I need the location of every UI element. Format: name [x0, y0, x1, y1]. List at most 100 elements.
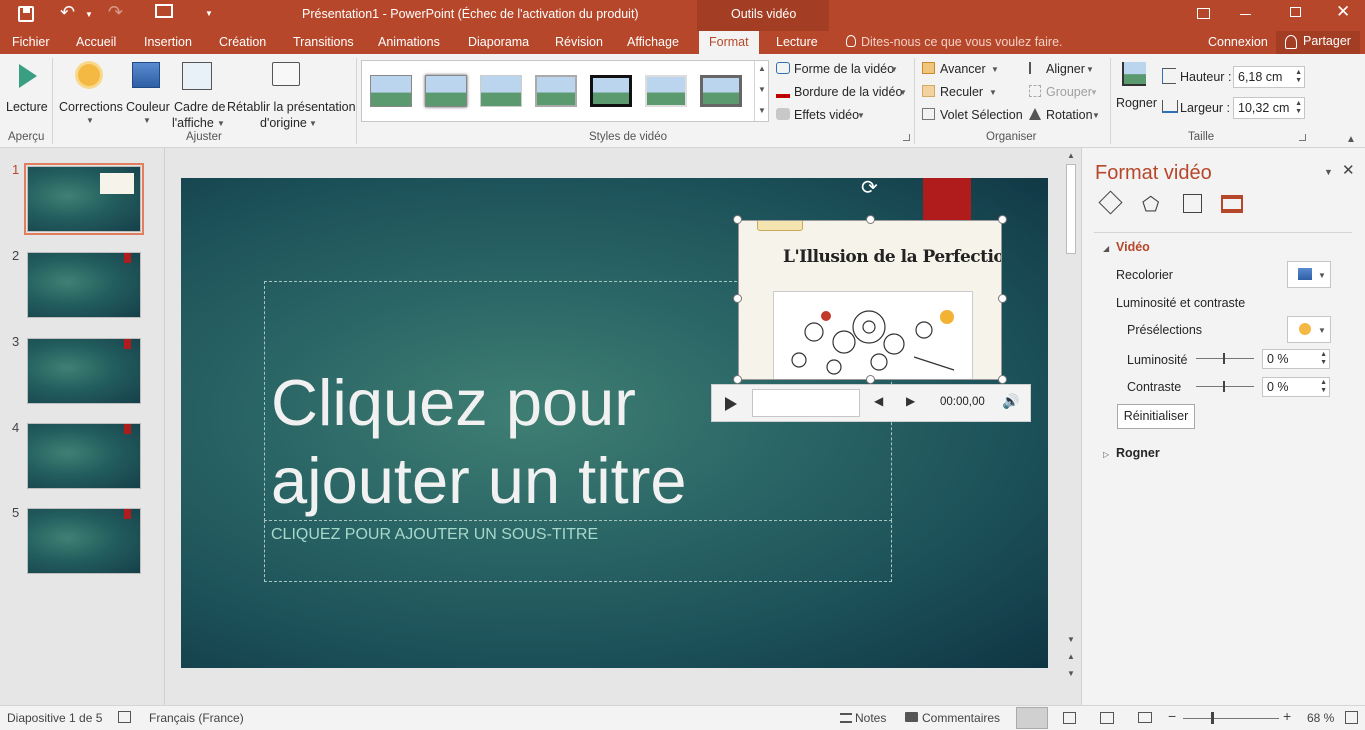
- tab-transitions[interactable]: Transitions: [293, 31, 354, 54]
- start-slideshow-icon[interactable]: [155, 4, 173, 18]
- video-style-3[interactable]: [480, 75, 522, 107]
- reset-button[interactable]: Réinitialiser: [1117, 404, 1195, 429]
- resize-handle-mr[interactable]: [998, 294, 1007, 303]
- video-styles-gallery[interactable]: ▲ ▼ ▼: [361, 60, 769, 122]
- contrast-slider-thumb[interactable]: [1223, 381, 1225, 392]
- width-input[interactable]: 10,32 cm ▲ ▼: [1233, 97, 1305, 119]
- pane-options-icon[interactable]: ▼: [1324, 167, 1333, 177]
- slideshow-view-icon[interactable]: [1138, 712, 1152, 723]
- video-shape-button[interactable]: Forme de la vidéo ▼: [775, 60, 905, 78]
- slide-sorter-icon[interactable]: [1063, 712, 1076, 724]
- volume-icon[interactable]: 🔊: [1002, 393, 1019, 410]
- color-button[interactable]: Couleur ▼: [124, 58, 170, 130]
- height-input[interactable]: 6,18 cm ▲ ▼: [1233, 66, 1305, 88]
- save-icon[interactable]: [18, 6, 34, 22]
- share-button[interactable]: Partager: [1276, 31, 1360, 54]
- slide-scrollbar[interactable]: ▲ ▼ ▲ ▼: [1062, 148, 1080, 705]
- align-button[interactable]: Aligner ▼: [1028, 60, 1098, 78]
- tab-creation[interactable]: Création: [219, 31, 266, 54]
- resize-handle-tm[interactable]: [866, 215, 875, 224]
- contrast-slider[interactable]: [1196, 386, 1254, 387]
- video-section-collapse-icon[interactable]: ◢: [1103, 244, 1109, 253]
- gallery-down-icon[interactable]: ▼: [758, 85, 766, 94]
- gallery-scroll[interactable]: ▲ ▼ ▼: [754, 61, 768, 121]
- tab-insertion[interactable]: Insertion: [144, 31, 192, 54]
- video-style-2[interactable]: [425, 75, 467, 107]
- spellcheck-icon[interactable]: [118, 711, 131, 723]
- bring-forward-button[interactable]: Avancer ▼: [921, 60, 1001, 78]
- tab-lecture[interactable]: Lecture: [776, 31, 818, 54]
- reset-design-button[interactable]: Rétablir la présentation d'origine ▼: [226, 58, 356, 130]
- styles-dialog-launcher-icon[interactable]: [903, 134, 910, 141]
- section-video-header[interactable]: Vidéo: [1116, 240, 1150, 254]
- notes-button[interactable]: Notes: [855, 711, 886, 725]
- brightness-input[interactable]: 0 % ▲ ▼: [1262, 349, 1330, 369]
- slide-thumbnail-5[interactable]: [27, 508, 141, 574]
- play-preview-button[interactable]: Lecture: [2, 58, 50, 128]
- zoom-level[interactable]: 68 %: [1307, 711, 1334, 725]
- video-effects-button[interactable]: Effets vidéo ▼: [775, 106, 875, 124]
- gallery-more-icon[interactable]: ▼: [758, 106, 766, 115]
- resize-handle-ml[interactable]: [733, 294, 742, 303]
- rotate-handle-icon[interactable]: ⟳: [861, 178, 878, 200]
- video-style-6[interactable]: [645, 75, 687, 107]
- size-dialog-launcher-icon[interactable]: [1299, 134, 1306, 141]
- play-video-icon[interactable]: [725, 397, 737, 411]
- resize-handle-tl[interactable]: [733, 215, 742, 224]
- scroll-thumb[interactable]: [1066, 164, 1076, 254]
- slide[interactable]: Cliquez pour ajouter un titre CLIQUEZ PO…: [181, 178, 1048, 668]
- video-style-1[interactable]: [370, 75, 412, 107]
- signin-link[interactable]: Connexion: [1208, 31, 1268, 54]
- zoom-in-icon[interactable]: +: [1283, 708, 1291, 724]
- selection-pane-button[interactable]: Volet Sélection: [921, 106, 1023, 124]
- slide-thumbnail-3[interactable]: [27, 338, 141, 404]
- tab-animations[interactable]: Animations: [378, 31, 440, 54]
- recolor-dropdown[interactable]: ▼: [1287, 261, 1331, 288]
- resize-handle-tr[interactable]: [998, 215, 1007, 224]
- zoom-slider[interactable]: [1183, 718, 1279, 719]
- effects-icon[interactable]: ⬠: [1142, 192, 1159, 217]
- notes-icon[interactable]: [840, 713, 852, 723]
- close-window-icon[interactable]: ✕: [1336, 2, 1350, 22]
- prev-slide-icon[interactable]: ▲: [1067, 652, 1075, 661]
- height-down-icon[interactable]: ▼: [1295, 77, 1302, 85]
- gallery-up-icon[interactable]: ▲: [758, 64, 766, 73]
- width-down-icon[interactable]: ▼: [1295, 108, 1302, 116]
- presets-dropdown[interactable]: ▼: [1287, 316, 1331, 343]
- forward-icon[interactable]: ▶: [906, 394, 915, 408]
- brightness-slider[interactable]: [1196, 358, 1254, 359]
- tab-fichier[interactable]: Fichier: [12, 31, 50, 54]
- resize-handle-bm[interactable]: [866, 375, 875, 384]
- collapse-ribbon-icon[interactable]: ▲: [1346, 134, 1356, 145]
- reading-view-icon[interactable]: [1100, 712, 1114, 724]
- height-up-icon[interactable]: ▲: [1295, 69, 1302, 77]
- brightness-up-icon[interactable]: ▲: [1320, 351, 1327, 359]
- normal-view-icon[interactable]: [1016, 707, 1048, 729]
- undo-icon[interactable]: ↶: [60, 2, 75, 23]
- slide-thumbnail-2[interactable]: [27, 252, 141, 318]
- tab-format[interactable]: Format: [699, 31, 759, 54]
- customize-toolbar-icon[interactable]: ▼: [205, 9, 213, 18]
- restore-icon[interactable]: [1290, 7, 1301, 17]
- scroll-down-icon[interactable]: ▼: [1067, 635, 1075, 644]
- tab-revision[interactable]: Révision: [555, 31, 603, 54]
- tab-diaporama[interactable]: Diaporama: [468, 31, 529, 54]
- section-crop-header[interactable]: Rogner: [1116, 446, 1160, 460]
- tab-affichage[interactable]: Affichage: [627, 31, 679, 54]
- language-indicator[interactable]: Français (France): [149, 711, 244, 725]
- comments-button[interactable]: Commentaires: [922, 711, 1000, 725]
- slide-thumbnail-4[interactable]: [27, 423, 141, 489]
- next-slide-icon[interactable]: ▼: [1067, 669, 1075, 678]
- zoom-slider-thumb[interactable]: [1211, 712, 1214, 724]
- video-style-5[interactable]: [590, 75, 632, 107]
- brightness-slider-thumb[interactable]: [1223, 353, 1225, 364]
- video-border-button[interactable]: Bordure de la vidéo ▼: [775, 83, 911, 101]
- contrast-input[interactable]: 0 % ▲ ▼: [1262, 377, 1330, 397]
- contrast-down-icon[interactable]: ▼: [1320, 387, 1327, 395]
- corrections-button[interactable]: Corrections ▼: [57, 58, 123, 130]
- tab-accueil[interactable]: Accueil: [76, 31, 116, 54]
- zoom-out-icon[interactable]: −: [1168, 708, 1176, 724]
- brightness-down-icon[interactable]: ▼: [1320, 359, 1327, 367]
- slide-thumbnail-1[interactable]: [24, 163, 144, 235]
- video-timeline[interactable]: [752, 389, 860, 417]
